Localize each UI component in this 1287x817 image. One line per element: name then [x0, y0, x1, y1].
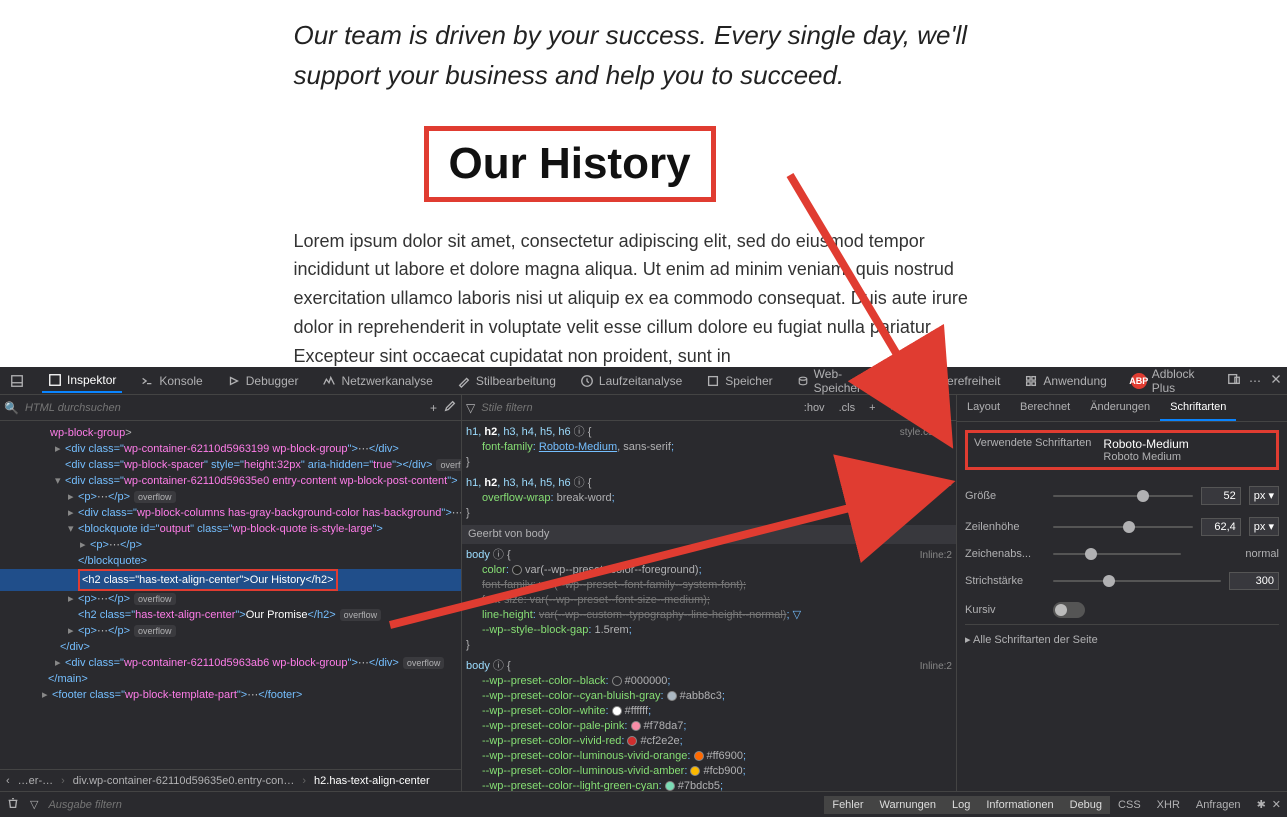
add-rule-button[interactable]: + [865, 400, 879, 416]
devtools-toolbar: Inspektor Konsole Debugger Netzwerkanaly… [0, 367, 1287, 395]
tab-speicher[interactable]: Speicher [700, 370, 778, 392]
selected-dom-node: <h2 class="has-text-align-center">Our Hi… [0, 569, 461, 591]
italic-row: Kursiv [965, 596, 1279, 624]
used-fonts-box: Verwendete Schriftarten Roboto-Medium Ro… [965, 430, 1279, 470]
css-toolbar: ▽ :hov .cls + ☀ ◐ 🖨 [462, 395, 956, 421]
page-heading: Our History [449, 139, 691, 189]
font-size-row: Größe 52 px ▾ [965, 480, 1279, 511]
css-rules[interactable]: style.css:54h1, h2, h3, h4, h5, h6 ⓘ { f… [462, 421, 956, 791]
size-unit[interactable]: px ▾ [1249, 486, 1279, 505]
size-input[interactable]: 52 [1201, 487, 1241, 505]
inherit-section: Geerbt von body [462, 525, 956, 544]
tab-inspektor[interactable]: Inspektor [42, 369, 122, 393]
tab-netzwerk[interactable]: Netzwerkanalyse [316, 370, 438, 392]
filter-funnel-icon: ▽ [30, 798, 38, 811]
weight-input[interactable]: 300 [1229, 572, 1279, 590]
console-filter-input[interactable] [48, 799, 198, 811]
tab-debugger[interactable]: Debugger [221, 370, 305, 392]
weight-row: Strichstärke 300 [965, 566, 1279, 596]
dom-tree[interactable]: wp-block-group> ▸<div class="wp-containe… [0, 421, 461, 769]
add-node-button[interactable]: + [430, 401, 437, 415]
tab-schriftarten[interactable]: Schriftarten [1160, 395, 1236, 421]
close-console-icon[interactable]: ✕ [1272, 798, 1281, 811]
settings-icon[interactable]: ✱ [1257, 798, 1266, 811]
letterspacing-value: normal [1189, 548, 1279, 560]
tab-anderungen[interactable]: Änderungen [1080, 395, 1160, 421]
filter-warnungen[interactable]: Warnungen [872, 796, 944, 814]
console-footer: ▽ Fehler Warnungen Log Informationen Deb… [0, 791, 1287, 817]
tab-barrierefreiheit[interactable]: Barrierefreiheit [897, 370, 1007, 392]
sidebar-tabs: Layout Berechnet Änderungen Schriftarten [957, 395, 1287, 422]
dom-breadcrumb: ‹ …er-… › div.wp-container-62110d59635e0… [0, 769, 461, 791]
dom-search-bar: 🔍 + [0, 395, 461, 421]
dom-panel: 🔍 + wp-block-group> ▸<div class="wp-cont… [0, 395, 462, 791]
font-name-primary: Roboto-Medium [1103, 437, 1188, 451]
print-icon[interactable]: 🖨 [930, 399, 952, 416]
tab-adblock[interactable]: ABPAdblock Plus [1125, 363, 1215, 399]
used-fonts-label: Verwendete Schriftarten [974, 437, 1091, 463]
quote-text: Our team is driven by your success. Ever… [294, 15, 994, 96]
tab-laufzeit[interactable]: Laufzeitanalyse [574, 370, 688, 392]
webpage-viewport: Our team is driven by your success. Ever… [0, 0, 1287, 367]
filter-log[interactable]: Log [944, 796, 978, 814]
abp-icon: ABP [1131, 373, 1147, 389]
eyedropper-icon[interactable] [443, 399, 457, 416]
more-icon[interactable]: ⋯ [1249, 374, 1261, 388]
heading-highlight-box: Our History [424, 126, 716, 202]
tab-berechnet[interactable]: Berechnet [1010, 395, 1080, 421]
weight-slider[interactable] [1053, 580, 1221, 582]
breadcrumb-item[interactable]: div.wp-container-62110d59635e0.entry-con… [73, 775, 295, 787]
search-icon: 🔍 [4, 401, 19, 415]
breadcrumb-prev[interactable]: ‹ [6, 775, 10, 787]
line-height-row: Zeilenhöhe 62,4 px ▾ [965, 511, 1279, 542]
tab-anwendung[interactable]: Anwendung [1018, 370, 1112, 392]
lineheight-unit[interactable]: px ▾ [1249, 517, 1279, 536]
filter-info[interactable]: Informationen [978, 796, 1061, 814]
letterspacing-slider[interactable] [1053, 553, 1181, 555]
fonts-panel: Layout Berechnet Änderungen Schriftarten… [957, 395, 1287, 791]
filter-css[interactable]: CSS [1110, 796, 1149, 814]
css-filter-input[interactable] [481, 402, 794, 414]
filter-debug[interactable]: Debug [1062, 796, 1110, 814]
letter-spacing-row: Zeichenabs... normal [965, 542, 1279, 566]
responsive-icon[interactable] [1227, 372, 1241, 389]
tab-konsole[interactable]: Konsole [134, 370, 208, 392]
breadcrumb-item-active[interactable]: h2.has-text-align-center [314, 775, 430, 787]
breadcrumb-item[interactable]: …er-… [18, 775, 53, 787]
filter-icon: ▽ [466, 401, 475, 415]
font-name-secondary: Roboto Medium [1103, 451, 1188, 463]
devtools: Inspektor Konsole Debugger Netzwerkanaly… [0, 367, 1287, 817]
dark-theme-icon[interactable]: ◐ [909, 400, 924, 416]
body-paragraph: Lorem ipsum dolor sit amet, consectetur … [294, 227, 994, 367]
filter-anfragen[interactable]: Anfragen [1188, 796, 1249, 814]
filter-fehler[interactable]: Fehler [824, 796, 871, 814]
tab-webspeicher[interactable]: Web-Speicher [791, 363, 885, 399]
docked-icon[interactable] [4, 370, 30, 392]
css-rules-panel: ▽ :hov .cls + ☀ ◐ 🖨 style.css:54h1, h2, … [462, 395, 957, 791]
cls-button[interactable]: .cls [835, 400, 860, 416]
tab-stilbearbeitung[interactable]: Stilbearbeitung [451, 370, 562, 392]
filter-xhr[interactable]: XHR [1149, 796, 1188, 814]
lineheight-input[interactable]: 62,4 [1201, 518, 1241, 536]
close-icon[interactable] [1269, 372, 1283, 389]
trash-icon[interactable] [6, 796, 20, 813]
dom-search-input[interactable] [25, 402, 424, 414]
tab-layout[interactable]: Layout [957, 395, 1010, 421]
hov-button[interactable]: :hov [800, 400, 829, 416]
light-theme-icon[interactable]: ☀ [886, 399, 904, 416]
size-slider[interactable] [1053, 495, 1193, 497]
italic-toggle[interactable] [1053, 602, 1085, 618]
lineheight-slider[interactable] [1053, 526, 1193, 528]
all-fonts-section[interactable]: ▸ Alle Schriftarten der Seite [965, 624, 1279, 654]
